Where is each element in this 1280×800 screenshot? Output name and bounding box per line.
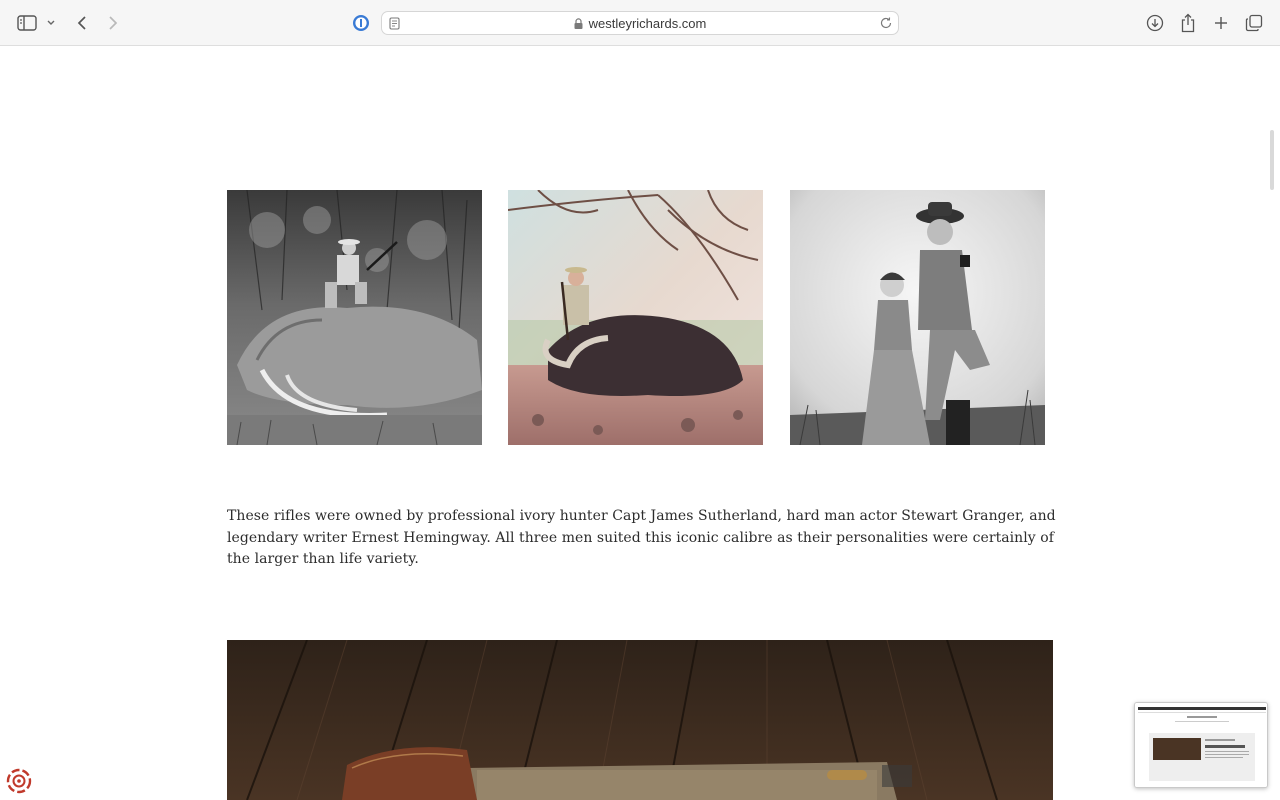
new-tab-icon[interactable] — [1209, 11, 1233, 35]
scrollbar[interactable] — [1270, 130, 1274, 190]
tab-overview-icon[interactable] — [1242, 11, 1266, 35]
forward-icon[interactable] — [101, 11, 125, 35]
page-preview-thumbnail[interactable] — [1134, 702, 1268, 788]
gun-case-photo — [227, 640, 1053, 800]
lock-icon — [574, 17, 583, 32]
hunter-with-buffalo-photo — [508, 190, 763, 445]
reload-icon[interactable] — [879, 16, 893, 35]
address-text: westleyrichards.com — [382, 16, 898, 32]
sidebar-icon[interactable] — [15, 11, 39, 35]
caption-text: These rifles were owned by professional … — [227, 508, 1056, 567]
address-bar[interactable]: westleyrichards.com — [381, 11, 899, 35]
actor-couple-photo — [790, 190, 1045, 445]
hunter-on-elephant-photo — [227, 190, 482, 445]
url-text: westleyrichards.com — [588, 16, 707, 31]
chevron-down-icon[interactable] — [40, 11, 62, 35]
back-icon[interactable] — [70, 11, 94, 35]
browser-toolbar: westleyrichards.com — [0, 0, 1280, 46]
downloads-icon[interactable] — [1143, 11, 1167, 35]
password-manager-icon[interactable] — [349, 11, 373, 35]
floating-widget-icon[interactable] — [6, 768, 32, 794]
share-icon[interactable] — [1176, 11, 1200, 35]
